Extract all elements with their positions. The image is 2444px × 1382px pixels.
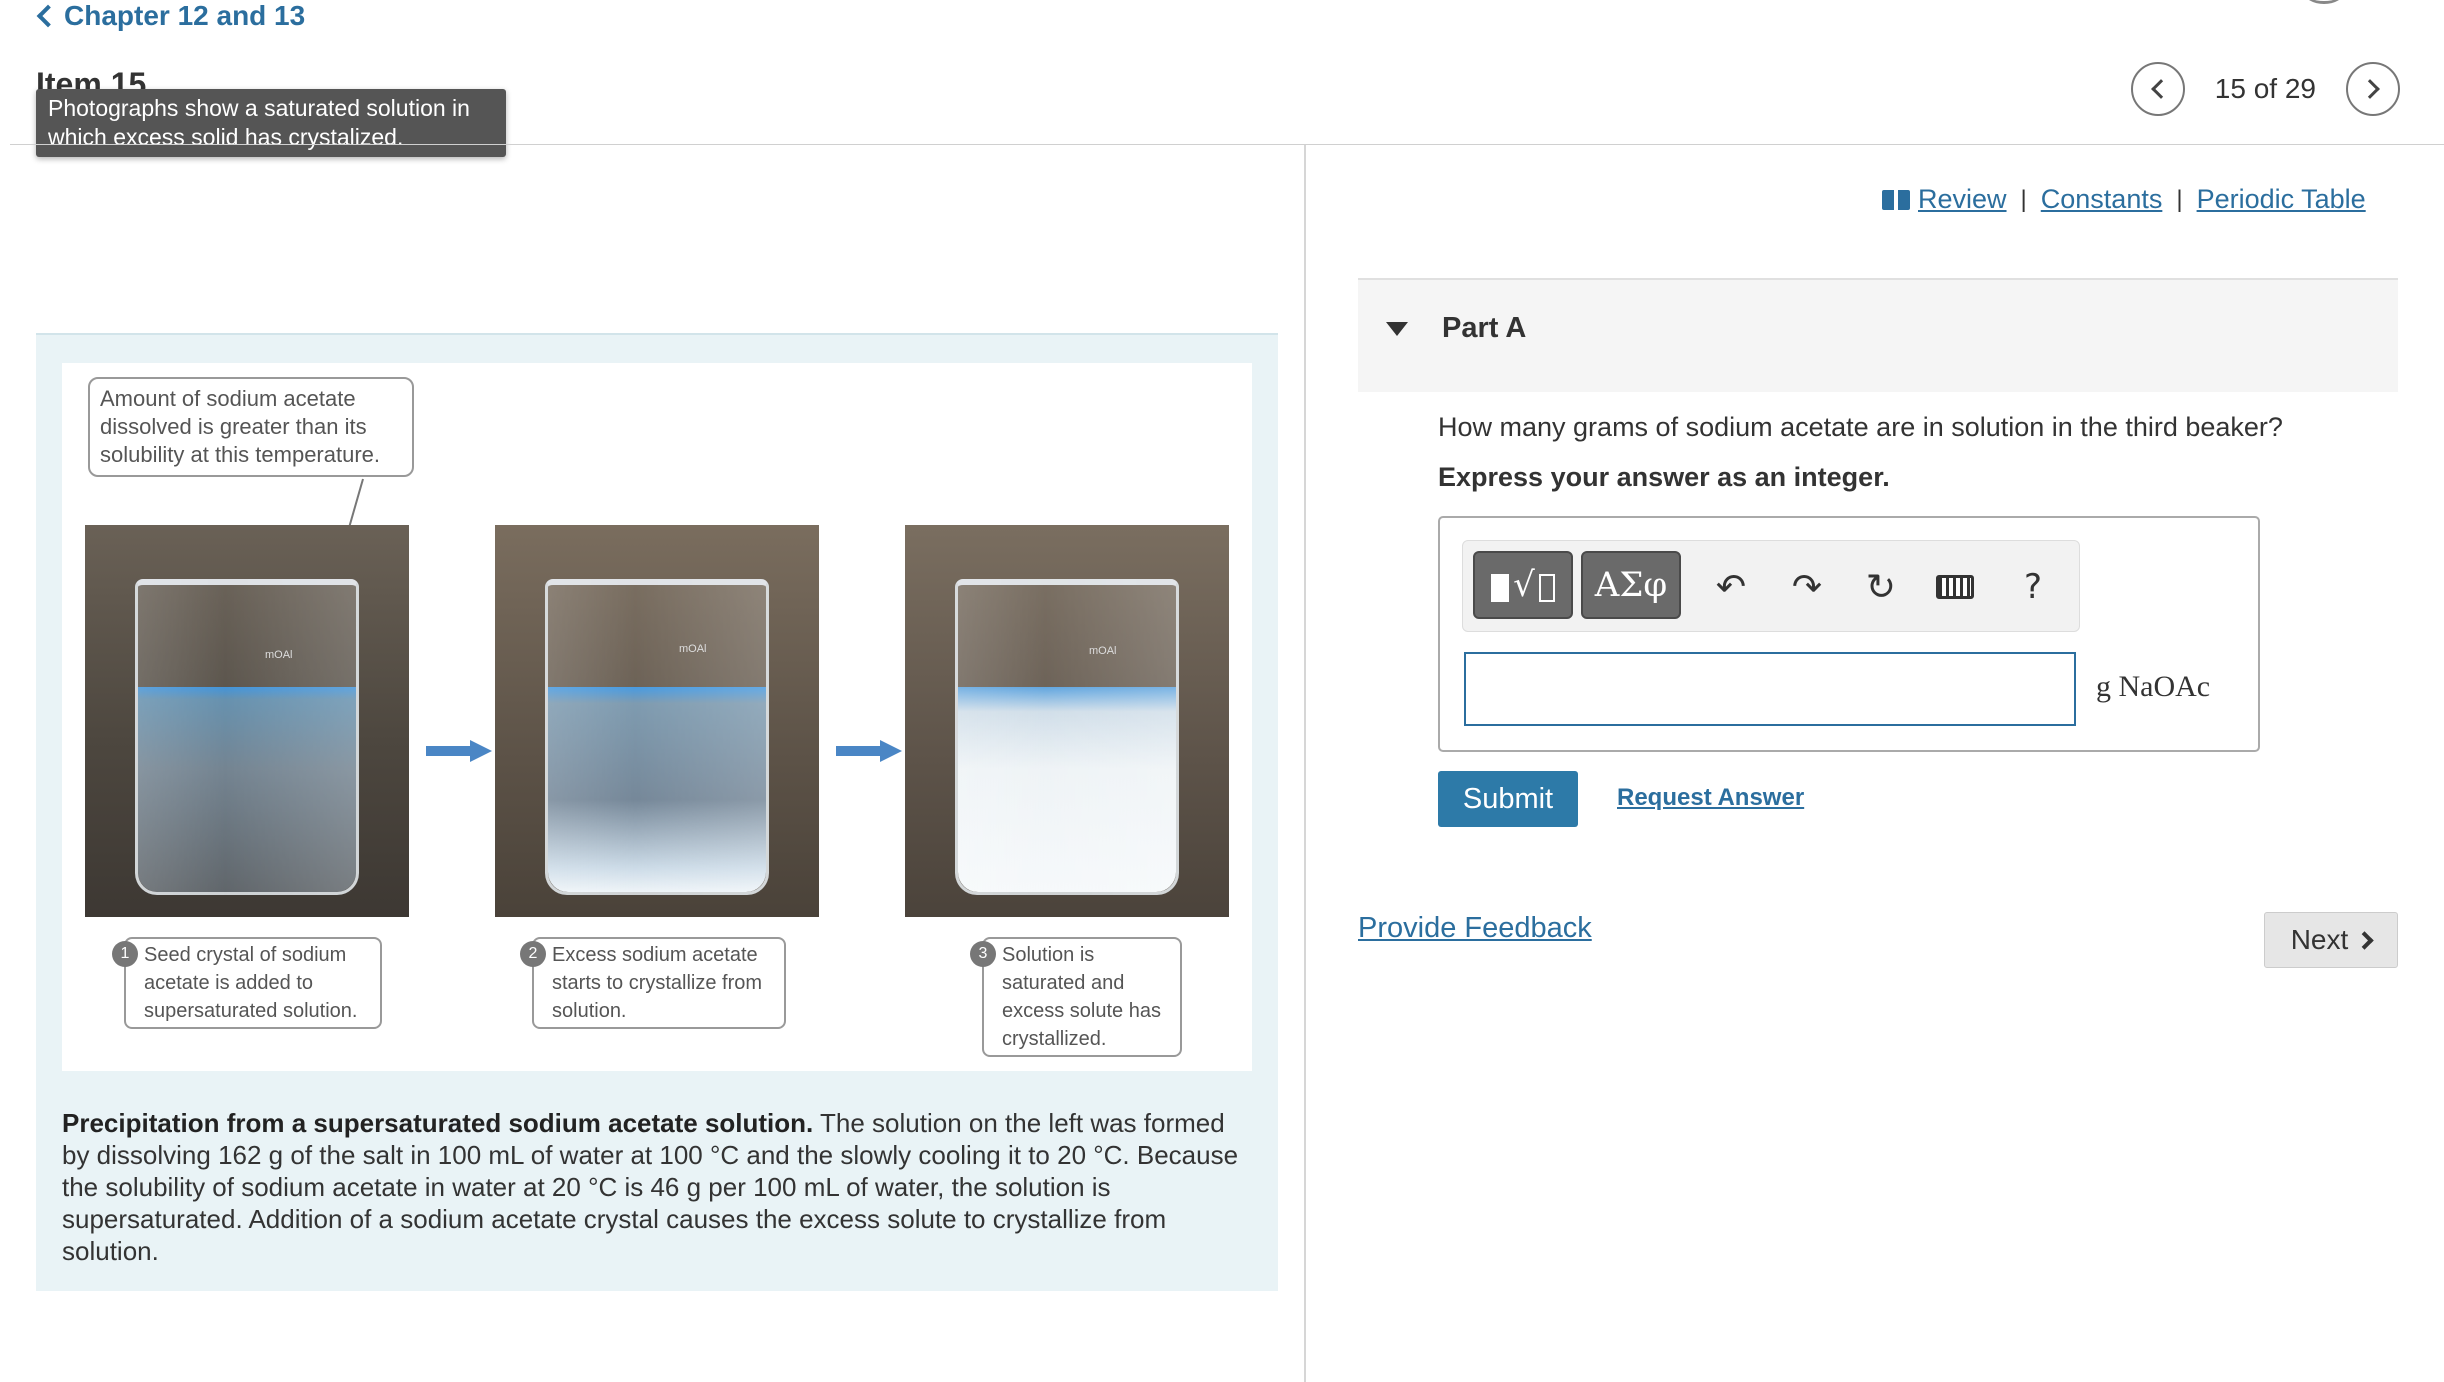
link-separator: | [2020, 185, 2027, 213]
step-text: Seed crystal of sodium acetate is added … [144, 944, 358, 1022]
arrow-right-icon [426, 740, 496, 762]
arrow-right-icon [836, 740, 906, 762]
step-callout-3: 3 Solution is saturated and excess solut… [970, 937, 1182, 1057]
figure-caption: Precipitation from a supersaturated sodi… [62, 1107, 1258, 1267]
figure-image: Amount of sodium acetate dissolved is gr… [62, 363, 1252, 1071]
beaker-photo-3: mOAl [905, 525, 1229, 917]
step-text: Excess sodium acetate starts to crystall… [552, 944, 763, 1022]
figure-panel: Amount of sodium acetate dissolved is gr… [36, 333, 1278, 1291]
undo-icon[interactable]: ↶ [1709, 565, 1753, 609]
submit-button[interactable]: Submit [1438, 771, 1578, 827]
step-number: 3 [970, 941, 996, 967]
chevron-left-icon [36, 4, 60, 28]
templates-icon: √ [1491, 568, 1555, 602]
review-link[interactable]: Review [1918, 184, 2007, 215]
caret-down-icon[interactable] [1386, 322, 1408, 336]
provide-feedback-link[interactable]: Provide Feedback [1358, 912, 1592, 945]
header-divider [10, 144, 2444, 145]
partial-circle-decoration [2304, 0, 2344, 4]
beaker-glass [545, 579, 769, 895]
chevron-left-icon [2150, 79, 2171, 99]
answer-instruction: Express your answer as an integer. [1438, 462, 1890, 492]
column-divider [1304, 145, 1306, 1382]
reset-icon[interactable]: ↻ [1859, 565, 1903, 609]
pager: 15 of 29 [2130, 62, 2400, 116]
answer-input[interactable] [1464, 652, 2076, 726]
resource-links: Review | Constants | Periodic Table [1882, 184, 2366, 215]
next-button[interactable]: Next [2264, 912, 2398, 968]
step-number: 2 [520, 941, 546, 967]
part-a-header[interactable]: Part A [1358, 278, 2398, 392]
help-icon[interactable]: ? [2011, 565, 2055, 609]
beaker-glass [135, 579, 359, 895]
beaker-graduation-label: mOAl [679, 643, 707, 655]
next-button-label: Next [2290, 924, 2349, 955]
link-separator: | [2176, 185, 2183, 213]
math-toolbar: √ ΑΣφ ↶ ↷ ↻ ? [1462, 540, 2080, 632]
templates-button[interactable]: √ [1473, 551, 1573, 619]
step-number: 1 [112, 941, 138, 967]
beaker-graduation-label: mOAl [265, 649, 293, 661]
beaker-graduation-label: mOAl [1089, 645, 1117, 657]
image-tooltip: Photographs show a saturated solution in… [36, 89, 506, 157]
caption-title: Precipitation from a supersaturated sodi… [62, 1108, 814, 1138]
answer-area: √ ΑΣφ ↶ ↷ ↻ ? g NaOAc [1438, 516, 2260, 752]
beaker-photo-1: mOAl [85, 525, 409, 917]
beaker-photo-2: mOAl [495, 525, 819, 917]
figure-callout-top: Amount of sodium acetate dissolved is gr… [88, 377, 414, 477]
back-link-label: Chapter 12 and 13 [64, 0, 306, 31]
answer-unit: g NaOAc [2096, 670, 2211, 703]
previous-item-button[interactable] [2130, 62, 2185, 116]
redo-icon[interactable]: ↷ [1785, 565, 1829, 609]
step-text: Solution is saturated and excess solute … [1002, 944, 1161, 1050]
beaker-glass [955, 579, 1179, 895]
part-title: Part A [1442, 312, 1527, 344]
step-callout-2: 2 Excess sodium acetate starts to crysta… [520, 937, 786, 1029]
step-callout-1: 1 Seed crystal of sodium acetate is adde… [112, 937, 382, 1029]
pager-count: 15 of 29 [2214, 73, 2316, 104]
chevron-right-icon [2355, 930, 2374, 950]
keyboard-icon[interactable] [1933, 565, 1977, 609]
next-item-button[interactable] [2346, 62, 2400, 116]
constants-link[interactable]: Constants [2041, 184, 2163, 215]
question-text: How many grams of sodium acetate are in … [1438, 412, 2283, 442]
periodic-table-link[interactable]: Periodic Table [2197, 184, 2366, 215]
book-icon [1882, 189, 1910, 210]
chevron-right-icon [2360, 79, 2380, 99]
back-to-chapter-link[interactable]: Chapter 12 and 13 [36, 0, 305, 32]
request-answer-link[interactable]: Request Answer [1617, 784, 1804, 812]
greek-symbols-button[interactable]: ΑΣφ [1581, 551, 1681, 619]
